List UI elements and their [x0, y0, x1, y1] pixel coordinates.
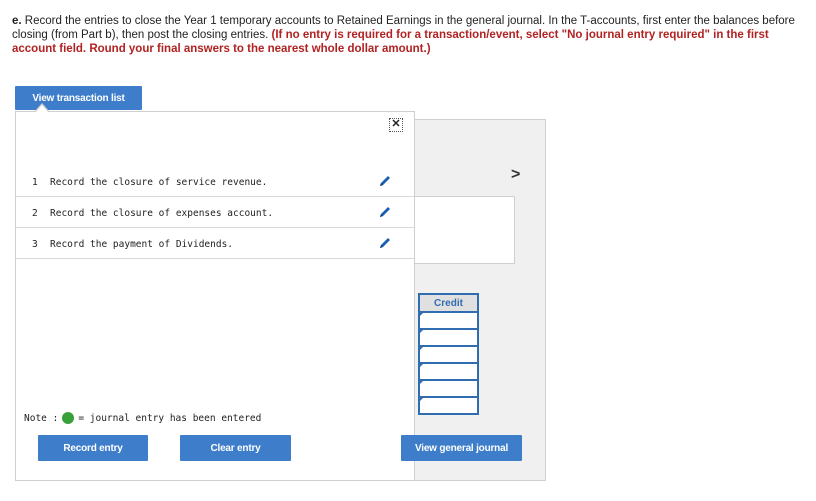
transaction-row[interactable]: 1 Record the closure of service revenue. — [16, 166, 414, 197]
transaction-row[interactable]: 3 Record the payment of Dividends. — [16, 228, 414, 259]
pencil-icon[interactable] — [377, 235, 393, 251]
close-icon[interactable]: ✕ — [389, 118, 403, 132]
t-account-box — [404, 196, 515, 264]
transaction-number: 3 — [32, 239, 38, 250]
transaction-text: Record the closure of expenses account. — [50, 208, 274, 219]
transaction-row[interactable]: 2 Record the closure of expenses account… — [16, 197, 414, 228]
credit-header: Credit — [418, 293, 479, 313]
chevron-right-icon[interactable]: > — [511, 166, 520, 184]
credit-column: Credit — [418, 293, 479, 415]
view-general-journal-button[interactable]: View general journal — [401, 435, 522, 461]
credit-input[interactable] — [418, 329, 479, 347]
credit-input[interactable] — [418, 312, 479, 330]
credit-input[interactable] — [418, 397, 479, 415]
transaction-number: 2 — [32, 208, 38, 219]
pencil-icon[interactable] — [377, 204, 393, 220]
transaction-number: 1 — [32, 177, 38, 188]
credit-input[interactable] — [418, 363, 479, 381]
note: Note : = journal entry has been entered — [24, 412, 261, 424]
record-entry-button[interactable]: Record entry — [38, 435, 148, 461]
green-dot-icon — [62, 412, 75, 424]
note-text: = journal entry has been entered — [78, 412, 262, 424]
transaction-text: Record the closure of service revenue. — [50, 177, 268, 188]
pencil-icon[interactable] — [377, 173, 393, 189]
part-label: e. — [12, 15, 22, 27]
popup-pointer-inner — [35, 105, 49, 113]
credit-input[interactable] — [418, 380, 479, 398]
instructions: e. Record the entries to close the Year … — [12, 14, 802, 56]
note-label: Note : — [24, 412, 59, 424]
clear-entry-button[interactable]: Clear entry — [180, 435, 291, 461]
transaction-text: Record the payment of Dividends. — [50, 239, 234, 250]
credit-input[interactable] — [418, 346, 479, 364]
